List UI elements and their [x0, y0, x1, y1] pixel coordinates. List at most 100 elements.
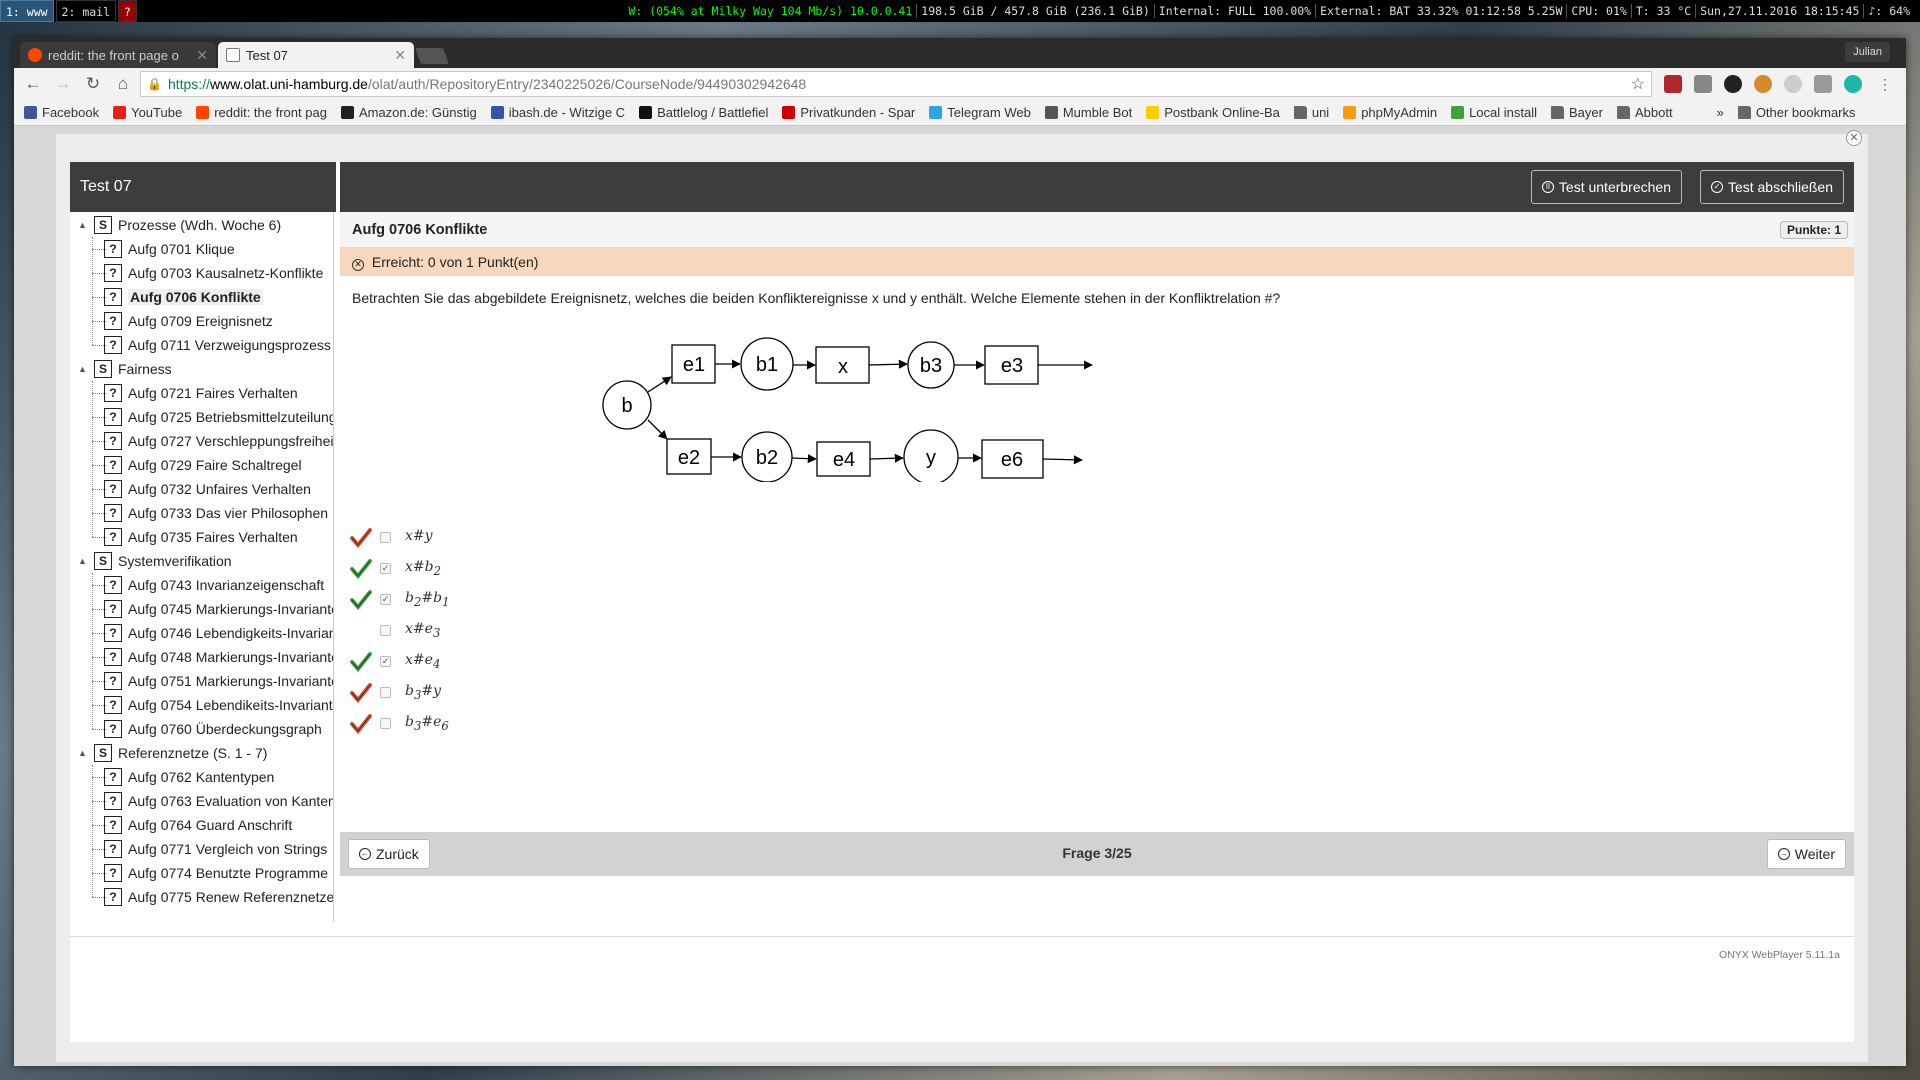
menu-item-label: Aufg 0706 Konflikte — [128, 289, 263, 305]
collapse-toggle-icon[interactable]: ▲ — [78, 556, 88, 566]
menu-question-item[interactable]: ? Aufg 0748 Markierungs-Invariante — [104, 645, 333, 669]
answer-checkbox[interactable]: ✓ — [380, 656, 391, 667]
menu-question-item[interactable]: ? Aufg 0732 Unfaires Verhalten — [104, 477, 311, 501]
bookmark-item[interactable]: ibash.de - Witzige C — [490, 105, 625, 120]
next-button[interactable]: → Weiter — [1766, 839, 1846, 869]
answer-option[interactable]: ✓ b2#b1 — [350, 584, 450, 615]
answer-option[interactable]: b3#e6 — [350, 708, 450, 739]
menu-question-item[interactable]: ? Aufg 0711 Verzweigungsprozess — [104, 333, 331, 357]
menu-question-item[interactable]: ? Aufg 0725 Betriebsmittelzuteilung — [104, 405, 333, 429]
extension-icon[interactable] — [1844, 75, 1862, 93]
answer-checkbox[interactable]: ✓ — [380, 563, 391, 574]
menu-question-item[interactable]: ? Aufg 0745 Markierungs-Invariante — [104, 597, 333, 621]
address-bar[interactable]: 🔒 https://www.olat.uni-hamburg.de/olat/a… — [140, 71, 1652, 97]
menu-question-item[interactable]: ? Aufg 0751 Markierungs-Invariante — [104, 669, 333, 693]
menu-question-item[interactable]: ? Aufg 0729 Faire Schaltregel — [104, 453, 302, 477]
answer-option[interactable]: ✓ x#e4 — [350, 646, 450, 677]
answer-checkbox[interactable] — [380, 718, 391, 729]
menu-question-item[interactable]: ? Aufg 0735 Faires Verhalten — [104, 525, 298, 549]
answer-option[interactable]: ✓ x#b2 — [350, 553, 450, 584]
extension-icon[interactable] — [1724, 75, 1742, 93]
bookmark-item[interactable]: Mumble Bot — [1044, 105, 1132, 120]
extension-icon[interactable] — [1814, 75, 1832, 93]
back-arrow-icon[interactable]: ← — [20, 71, 46, 97]
menu-question-item[interactable]: ? Aufg 0771 Vergleich von Strings — [104, 837, 327, 861]
menu-question-item[interactable]: ? Aufg 0727 Verschleppungsfreiheit — [104, 429, 333, 453]
wifi-status: W: (054% at Milky Way 104 Mb/s) 10.0.0.4… — [628, 4, 913, 18]
collapse-toggle-icon[interactable]: ▲ — [78, 364, 88, 374]
workspace-3[interactable]: ? — [118, 0, 137, 22]
menu-section[interactable]: ▲ S Prozesse (Wdh. Woche 6) — [78, 213, 281, 237]
answer-checkbox[interactable] — [380, 625, 391, 636]
answer-checkbox[interactable] — [380, 532, 391, 543]
forward-arrow-icon[interactable]: → — [50, 71, 76, 97]
tab-reddit[interactable]: reddit: the front page o ✕ — [20, 42, 216, 68]
bookmark-item[interactable]: Facebook — [24, 105, 99, 120]
event-label: e6 — [1001, 449, 1023, 471]
answer-option[interactable]: b3#y — [350, 677, 450, 708]
tree-connector — [92, 513, 106, 514]
disk-status: 198.5 GiB / 457.8 GiB (236.1 GiB) — [916, 4, 1153, 18]
bookmark-item[interactable]: YouTube — [113, 105, 182, 120]
collapse-toggle-icon[interactable]: ▲ — [78, 748, 88, 758]
menu-question-item[interactable]: ? Aufg 0762 Kantentypen — [104, 765, 274, 789]
answer-right-term: e — [424, 621, 433, 638]
close-icon[interactable]: ✕ — [394, 47, 406, 64]
menu-question-item[interactable]: ? Aufg 0764 Guard Anschrift — [104, 813, 292, 837]
collapse-toggle-icon[interactable]: ▲ — [78, 220, 88, 230]
cookie-icon[interactable] — [1754, 75, 1772, 93]
workspace-2[interactable]: 2: mail — [55, 0, 117, 22]
menu-question-item[interactable]: ? Aufg 0721 Faires Verhalten — [104, 381, 298, 405]
bookmark-item[interactable]: Amazon.de: Günstig — [340, 105, 477, 120]
new-tab-button[interactable] — [415, 48, 449, 64]
menu-question-item[interactable]: ? Aufg 0774 Benutzte Programme — [104, 861, 328, 885]
menu-question-item[interactable]: ? Aufg 0709 Ereignisnetz — [104, 309, 273, 333]
bookmark-item[interactable]: Postbank Online-Ba — [1146, 105, 1280, 120]
bookmark-folder[interactable]: Abbott — [1616, 105, 1673, 120]
profile-button[interactable]: Julian — [1845, 42, 1890, 62]
menu-section[interactable]: ▲ S Fairness — [78, 357, 172, 381]
bookmark-item[interactable]: phpMyAdmin — [1343, 105, 1437, 120]
menu-question-item[interactable]: ? Aufg 0733 Das vier Philosophen — [104, 501, 328, 525]
menu-question-item[interactable]: ? Aufg 0763 Evaluation von Kanten — [104, 789, 333, 813]
bookmark-folder[interactable]: Bayer — [1551, 105, 1603, 120]
bookmark-item[interactable]: Telegram Web — [929, 105, 1031, 120]
menu-question-item[interactable]: ? Aufg 0754 Lebendikeits-Invariante — [104, 693, 333, 717]
close-icon[interactable]: ✕ — [196, 47, 208, 64]
question-icon: ? — [104, 768, 122, 786]
favicon-icon — [1044, 106, 1058, 119]
pause-test-button[interactable]: II Test unterbrechen — [1530, 170, 1682, 204]
tab-test-07[interactable]: Test 07 ✕ — [218, 42, 414, 68]
answer-checkbox[interactable] — [380, 687, 391, 698]
extension-icon[interactable] — [1694, 75, 1712, 93]
home-icon[interactable]: ⌂ — [110, 71, 136, 97]
answer-option[interactable]: x#e3 — [350, 615, 450, 646]
workspace-1[interactable]: 1: www — [0, 0, 54, 22]
menu-section[interactable]: ▲ S Referenznetze (S. 1 - 7) — [78, 741, 267, 765]
other-bookmarks[interactable]: Other bookmarks — [1737, 105, 1856, 120]
answer-checkbox[interactable]: ✓ — [380, 594, 391, 605]
bookmark-item[interactable]: reddit: the front pag — [196, 105, 327, 120]
ublock-icon[interactable] — [1664, 75, 1682, 93]
bookmarks-overflow-button[interactable]: » — [1717, 105, 1724, 120]
menu-question-item[interactable]: ? Aufg 0706 Konflikte — [104, 285, 263, 309]
bookmark-item[interactable]: Local install — [1451, 105, 1537, 120]
close-icon[interactable]: ✕ — [1846, 130, 1862, 146]
finish-test-button[interactable]: ✓ Test abschließen — [1699, 170, 1844, 204]
menu-section[interactable]: ▲ S Systemverifikation — [78, 549, 232, 573]
menu-question-item[interactable]: ? Aufg 0743 Invarianzeigenschaft — [104, 573, 324, 597]
menu-question-item[interactable]: ? Aufg 0760 Überdeckungsgraph — [104, 717, 322, 741]
menu-dots-icon[interactable]: ⋮ — [1872, 71, 1898, 97]
bookmark-item[interactable]: Battlelog / Battlefiel — [639, 105, 768, 120]
favicon-icon — [639, 106, 653, 119]
bookmark-item[interactable]: Privatkunden - Spar — [782, 105, 915, 120]
bookmark-folder[interactable]: uni — [1293, 105, 1329, 120]
answer-option[interactable]: x#y — [350, 522, 450, 553]
menu-question-item[interactable]: ? Aufg 0701 Klique — [104, 237, 235, 261]
menu-question-item[interactable]: ? Aufg 0746 Lebendigkeits-Invariante — [104, 621, 333, 645]
menu-question-item[interactable]: ? Aufg 0703 Kausalnetz-Konflikte — [104, 261, 323, 285]
reload-icon[interactable]: ↻ — [80, 71, 106, 97]
menu-question-item[interactable]: ? Aufg 0775 Renew Referenznetze — [104, 885, 333, 909]
gear-icon[interactable] — [1784, 75, 1802, 93]
bookmark-star-icon[interactable]: ☆ — [1631, 74, 1645, 94]
